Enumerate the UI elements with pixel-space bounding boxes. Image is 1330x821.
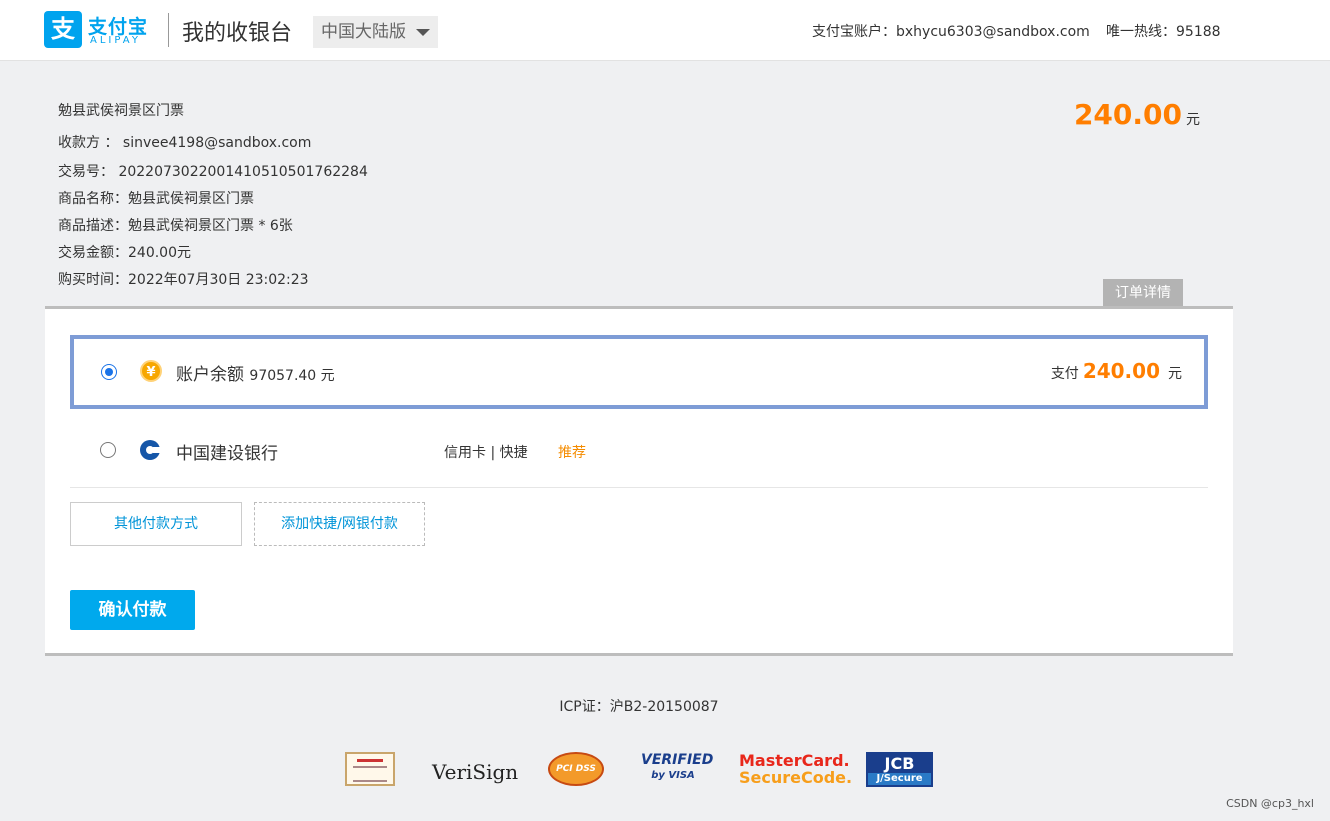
coin-icon: ¥	[140, 360, 162, 382]
payment-option-balance[interactable]: ¥ 账户余额 97057.40 元 支付 240.00 元	[70, 335, 1208, 409]
order-purchase-time: 购买时间：2022年07月30日 23:02:23	[58, 272, 309, 288]
order-description: 商品描述：勉县武侯祠景区门票 * 6张	[58, 218, 293, 234]
visa-line-2: by VISA	[651, 770, 695, 781]
other-payment-methods-button[interactable]: 其他付款方式	[70, 502, 242, 546]
balance-radio[interactable]	[101, 364, 117, 380]
mc-line-2: SecureCode.	[739, 768, 853, 787]
order-payee: 收款方 ： sinvee4198@sandbox.com	[58, 135, 312, 151]
verisign-badge[interactable]: VeriSign	[432, 752, 518, 788]
divider	[70, 487, 1208, 488]
ccb-bank-icon	[140, 440, 161, 460]
order-product-name: 商品名称：勉县武侯祠景区门票	[58, 191, 254, 207]
balance-option: 账户余额 97057.40 元	[176, 360, 335, 385]
ccb-radio[interactable]	[100, 442, 116, 458]
csdn-watermark: CSDN @cp3_hxl	[1226, 797, 1314, 810]
balance-value: 97057.40 元	[249, 368, 335, 384]
balance-label: 账户余额	[176, 365, 244, 385]
logo-text-en: ALIPAY	[90, 35, 141, 46]
order-amount-unit: 元	[1186, 112, 1200, 128]
icp-license[interactable]: ICP证：沪B2-20150087	[0, 696, 1278, 716]
alipay-logo-icon: 支	[44, 11, 82, 48]
verified-by-visa-badge[interactable]: VERIFIED by VISA	[641, 752, 713, 788]
visa-line-1: VERIFIED	[641, 752, 714, 768]
order-detail-tab[interactable]: 订单详情	[1103, 279, 1183, 307]
confirm-payment-button[interactable]: 确认付款	[70, 590, 195, 630]
ccb-bank-name[interactable]: 中国建设银行	[176, 439, 278, 464]
recommend-badge: 推荐	[558, 445, 586, 461]
order-amount: 240.00 元	[1074, 98, 1200, 131]
order-subject: 勉县武侯祠景区门票	[58, 103, 184, 119]
pay-amount: 240.00	[1082, 359, 1160, 383]
region-select[interactable]: 中国大陆版	[313, 16, 438, 48]
pay-amount-display: 支付 240.00 元	[1051, 359, 1182, 383]
region-label: 中国大陆版	[321, 22, 406, 42]
pci-dss-badge[interactable]: PCI DSS	[548, 752, 604, 786]
pay-label: 支付	[1050, 366, 1079, 382]
order-trade-no: 交易号： 20220730220014105105017622​84	[58, 164, 368, 180]
alipay-logo[interactable]: 支 支付宝 ALIPAY	[44, 11, 156, 49]
order-amount-value: 240.00	[1073, 98, 1182, 131]
certificate-badge-icon[interactable]	[345, 752, 395, 786]
add-payment-method-button[interactable]: 添加快捷/网银付款	[254, 502, 425, 546]
pay-unit: 元	[1168, 366, 1182, 382]
chevron-down-icon	[416, 29, 430, 36]
mc-line-1: MasterCard.	[739, 751, 850, 770]
order-trade-amount: 交易金额：240.00元	[58, 245, 191, 261]
account-info: 支付宝账户：bxhycu6303@sandbox.com	[812, 24, 1090, 40]
bank-card-tags: 信用卡 | 快捷	[444, 445, 528, 461]
logo-divider	[168, 13, 169, 47]
page-title: 我的收银台	[182, 21, 293, 46]
jcb-line-2: J/Secure	[868, 773, 931, 785]
payment-panel: ¥ 账户余额 97057.40 元 支付 240.00 元 中国建设银行 信用卡 |…	[45, 306, 1233, 656]
jcb-jsecure-badge[interactable]: JCB J/Secure	[866, 752, 933, 787]
top-bar: 支 支付宝 ALIPAY 我的收银台 中国大陆版 支付宝账户：bxhycu630…	[0, 0, 1330, 61]
mastercard-securecode-badge[interactable]: MasterCard. SecureCode.	[739, 751, 853, 788]
hotline: 唯一热线：95188	[1106, 24, 1221, 40]
jcb-line-1: JCB	[868, 754, 931, 773]
